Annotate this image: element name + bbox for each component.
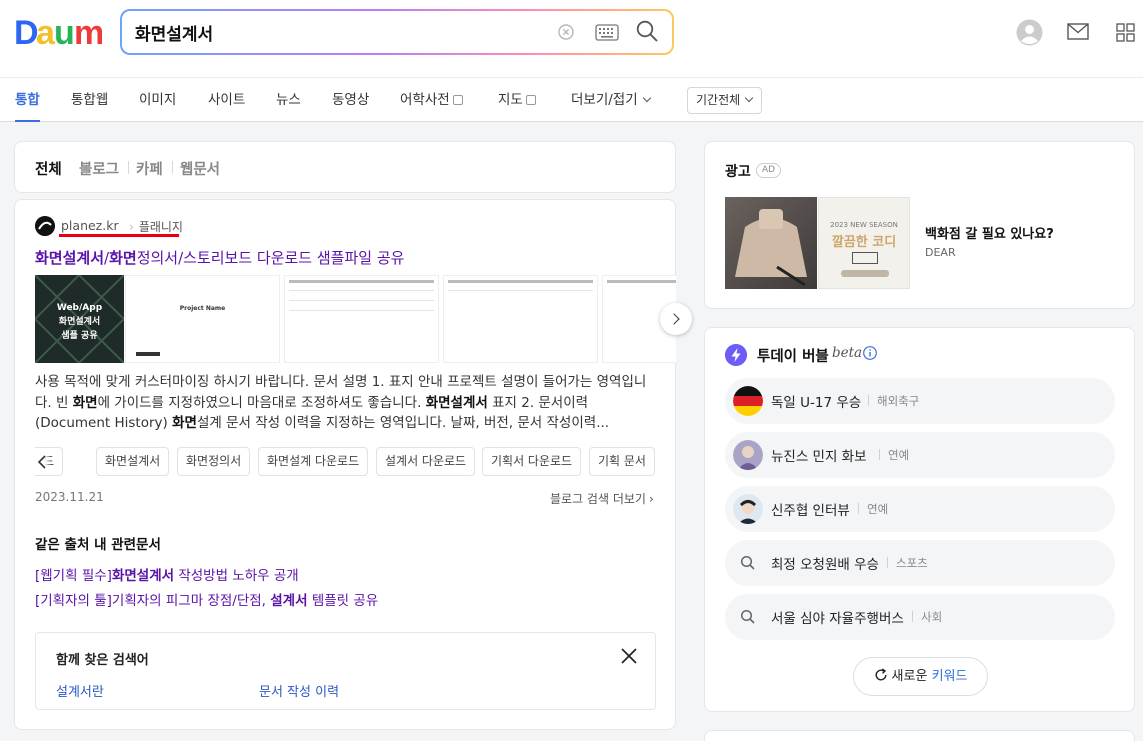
result-title-link[interactable]: 화면설계서/화면정의서/스토리보드 다운로드 샘플파일 공유 [35,247,404,268]
keyword-chip[interactable]: 설계서 다운로드 [376,447,476,476]
svg-text:D: D [14,14,39,50]
thumbnails-next-button[interactable] [660,303,692,335]
filter-cafe[interactable]: 카페 [136,158,163,179]
bubble-item[interactable]: 신주협 인터뷰 연예 [725,486,1115,532]
tab-map[interactable]: 지도 [498,78,536,122]
ad-card: 광고 AD 2023 NEW SEASON 깔끔한 코디 백화점 갈 필요 있나… [704,141,1135,309]
svg-text:m: m [74,14,102,50]
search-result-card: planez.kr 플래니지 화면설계서/화면정의서/스토리보드 다운로드 샘플… [14,199,692,730]
tab-sites[interactable]: 사이트 [208,78,245,122]
chevron-down-icon [744,93,754,103]
ad-badge: AD [756,163,782,178]
blog-search-more-link[interactable]: 블로그 검색 더보기 [550,490,654,507]
keyword-chip[interactable]: 화면정의서 [177,447,251,476]
search-tabs: 통합 통합웹 이미지 사이트 뉴스 동영상 어학사전 지도 더보기/접기 기간전… [0,77,1143,122]
close-icon[interactable] [619,646,639,666]
result-thumbnails: Web/App 화면설계서 샘플 공유 Project Name [35,275,676,363]
keyboard-icon[interactable] [595,24,619,41]
ad-advertiser: DEAR [925,246,956,259]
user-avatar-icon[interactable] [1016,19,1043,46]
result-type-filter: 전체 블로그 카페 웹문서 [14,141,676,193]
ad-title: 광고 [725,164,751,180]
related-doc-link[interactable]: [기획자의 툴]기획자의 피그마 장점/단점, 설계서 템플릿 공유 [35,589,378,609]
bubble-item[interactable]: 최정 오청원배 우승 스포츠 [725,540,1115,586]
search-icon [740,555,755,570]
daum-logo[interactable]: D a u m [14,14,102,50]
searched-together-title: 함께 찾은 검색어 [56,653,149,668]
tab-integrated-web[interactable]: 통합웹 [71,78,108,122]
lightning-icon [725,344,747,366]
apps-grid-icon[interactable] [1116,23,1135,42]
together-keyword-link[interactable]: 설계서란 [56,681,104,700]
external-box-icon [525,95,536,105]
searched-together-box: 함께 찾은 검색어 설계서란 문서 작성 이력 [35,632,656,710]
tab-images[interactable]: 이미지 [139,78,176,122]
ad-banner-image[interactable]: 2023 NEW SEASON 깔끔한 코디 [818,197,910,289]
clear-icon[interactable] [558,24,574,40]
related-doc-link[interactable]: [웹기획 필수]화면설계서 작성방법 노하우 공개 [35,564,299,584]
site-category[interactable]: 플래니지 [129,218,183,235]
divider [172,161,173,174]
keyword-chip[interactable]: 화면설계 다운로드 [258,447,369,476]
bubble-item[interactable]: 독일 U-17 우승 해외축구 [725,378,1115,424]
divider [128,161,129,174]
site-avatar[interactable] [35,216,55,236]
post-date: 2023.11.21 [35,490,104,504]
today-bubble-title: 투데이 버블 [757,349,829,365]
site-domain[interactable]: planez.kr [61,218,119,233]
bubble-item[interactable]: 뉴진스 민지 화보 연예 [725,432,1115,478]
thumbnail-page[interactable] [443,275,598,363]
today-bubble-card: 투데이 버블 beta 독일 U-17 우승 해외축구 뉴진스 민지 화보 연예 [704,327,1135,712]
thumbnail-page[interactable]: Project Name [125,275,280,363]
refresh-icon [875,668,887,681]
keyword-chip[interactable]: 기획서 다운로드 [482,447,582,476]
external-box-icon [452,95,463,105]
person-photo [733,440,763,470]
germany-flag-icon [733,386,763,416]
site-logo-icon [35,216,55,236]
beta-label: beta [832,345,863,361]
related-keyword-chips: 보드 화면설계서 화면정의서 화면설계 다운로드 설계서 다운로드 기획서 다운… [35,447,655,477]
search-input[interactable] [135,19,535,45]
related-docs-title: 같은 출처 내 관련문서 [35,537,161,553]
bubble-item[interactable]: 서울 심야 자율주행버스 사회 [725,594,1115,640]
svg-text:a: a [36,14,56,50]
result-description: 사용 목적에 맞게 커스터마이징 하시기 바랍니다. 문서 설명 1. 표지 안… [35,374,647,431]
chevron-down-icon [642,93,651,103]
period-filter-dropdown[interactable]: 기간전체 [687,87,762,114]
together-keyword-link[interactable]: 문서 작성 이력 [259,681,339,700]
red-underline-annotation [59,234,179,237]
chevron-left-icon[interactable] [35,453,51,471]
info-icon[interactable] [863,346,877,360]
header: D a u m [0,0,1143,77]
person-photo [733,494,763,524]
ad-headline-link[interactable]: 백화점 갈 필요 있나요? [925,223,1054,242]
tab-videos[interactable]: 동영상 [332,78,369,122]
search-box [120,9,674,55]
keyword-chip[interactable]: 화면설계서 [96,447,170,476]
search-icon[interactable] [636,20,658,42]
ad-product-image[interactable] [725,197,817,289]
keyword-chip[interactable]: 기획 문서 [589,447,655,476]
tab-integrated[interactable]: 통합 [15,78,40,122]
tab-more[interactable]: 더보기/접기 [571,78,651,122]
mail-icon[interactable] [1067,23,1089,40]
thumbnail-page[interactable] [284,275,439,363]
sweater-image [735,209,807,287]
tab-news[interactable]: 뉴스 [276,78,301,122]
new-keywords-button[interactable]: 새로운 키워드 [853,657,988,696]
filter-all[interactable]: 전체 [35,158,62,179]
svg-text:u: u [54,14,75,50]
filter-blog[interactable]: 블로그 [79,158,119,179]
thumbnail-cover[interactable]: Web/App 화면설계서 샘플 공유 [35,275,124,363]
tab-dictionary[interactable]: 어학사전 [400,78,463,122]
filter-webdoc[interactable]: 웹문서 [180,158,220,179]
next-card [704,730,1135,741]
search-icon [740,609,755,624]
